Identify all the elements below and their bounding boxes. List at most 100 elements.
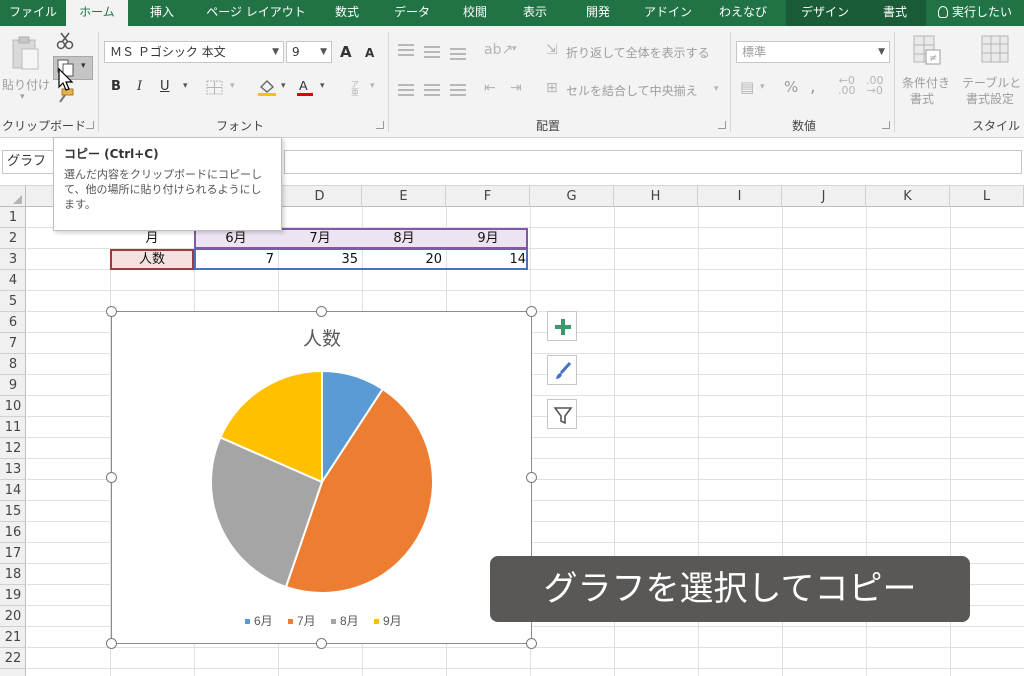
alignment-launcher-icon[interactable] [718, 121, 726, 129]
font-color-icon[interactable]: A [296, 78, 314, 96]
row-header[interactable]: 8 [0, 354, 25, 375]
paste-button[interactable]: 貼り付け ▾ [2, 34, 50, 108]
row-header[interactable]: 4 [0, 270, 25, 291]
merge-center-icon[interactable]: ⊞ [546, 80, 558, 96]
align-middle-icon[interactable] [424, 46, 440, 58]
cut-icon[interactable] [56, 32, 74, 50]
row-header[interactable]: 9 [0, 375, 25, 396]
tab-page-layout[interactable]: ページ レイアウト [200, 0, 312, 26]
resize-handle[interactable] [316, 306, 327, 317]
comma-button[interactable]: , [810, 76, 816, 97]
italic-button[interactable]: I [137, 79, 142, 94]
number-launcher-icon[interactable] [882, 121, 890, 129]
row-header[interactable]: 19 [0, 585, 25, 606]
formula-input[interactable] [284, 150, 1022, 174]
chart-filters-button[interactable] [547, 399, 577, 429]
merge-dropdown-icon[interactable]: ▾ [714, 84, 719, 94]
tab-chart-format[interactable]: 書式 [864, 0, 926, 26]
conditional-formatting-button[interactable]: ≠ 条件付き 書式 [898, 32, 960, 110]
name-box[interactable]: グラフ [2, 150, 54, 174]
row-header[interactable]: 14 [0, 480, 25, 501]
row-header[interactable]: 15 [0, 501, 25, 522]
resize-handle[interactable] [316, 638, 327, 649]
pie-chart[interactable]: 人数 6月 7月 8月 9月 [111, 311, 532, 644]
table-month-cell[interactable]: 8月 [362, 229, 446, 249]
row-header[interactable]: 17 [0, 543, 25, 564]
borders-dropdown-icon[interactable]: ▾ [230, 81, 235, 91]
shrink-font-button[interactable]: A [365, 46, 374, 60]
row-header[interactable]: 18 [0, 564, 25, 585]
tab-developer[interactable]: 開発 [570, 0, 626, 26]
row-header[interactable]: 5 [0, 291, 25, 312]
table-count-cell[interactable]: 7 [194, 250, 278, 270]
tab-addins[interactable]: アドイン [636, 0, 700, 26]
align-top-icon[interactable] [398, 44, 414, 56]
table-month-cell[interactable]: 9月 [446, 229, 530, 249]
row-header[interactable]: 22 [0, 648, 25, 669]
underline-button[interactable]: U [160, 79, 170, 94]
font-name-select[interactable]: ＭＳ Ｐゴシック 本文 ▼ [104, 41, 284, 63]
table-row-label-cell[interactable]: 人数 [110, 250, 194, 270]
tell-me-box[interactable]: 実行したい [938, 0, 1024, 26]
table-count-cell[interactable]: 35 [278, 250, 362, 270]
resize-handle[interactable] [106, 638, 117, 649]
column-header[interactable]: F [446, 186, 530, 207]
row-header[interactable]: 1 [0, 207, 25, 228]
tab-formulas[interactable]: 数式 [324, 0, 370, 26]
orientation-icon[interactable]: ab↗ [484, 42, 513, 58]
column-header[interactable]: E [362, 186, 446, 207]
align-left-icon[interactable] [398, 84, 414, 96]
tab-chart-design[interactable]: デザイン [786, 0, 864, 26]
number-format-select[interactable]: 標準 ▼ [736, 41, 890, 63]
paste-dropdown-icon[interactable]: ▾ [20, 92, 25, 102]
column-header[interactable]: G [530, 186, 614, 207]
currency-icon[interactable]: ▤ [740, 78, 754, 96]
font-size-select[interactable]: 9 ▼ [286, 41, 332, 63]
font-launcher-icon[interactable] [376, 121, 384, 129]
table-month-cell[interactable]: 7月 [278, 229, 362, 249]
align-right-icon[interactable] [450, 84, 466, 96]
select-all-button[interactable] [0, 186, 26, 207]
align-bottom-icon[interactable] [450, 48, 466, 60]
phonetic-icon[interactable]: ア 亜 [348, 78, 364, 96]
row-header[interactable]: 21 [0, 627, 25, 648]
resize-handle[interactable] [526, 306, 537, 317]
resize-handle[interactable] [526, 472, 537, 483]
fill-color-dropdown-icon[interactable]: ▾ [281, 81, 286, 91]
chart-styles-button[interactable] [547, 355, 577, 385]
grow-font-button[interactable]: A [340, 43, 352, 61]
chart-title[interactable]: 人数 [303, 328, 341, 350]
row-header[interactable]: 13 [0, 459, 25, 480]
tab-home[interactable]: ホーム [66, 0, 128, 26]
column-header[interactable]: L [950, 186, 1024, 207]
row-header[interactable]: 11 [0, 417, 25, 438]
clipboard-launcher-icon[interactable] [86, 121, 94, 129]
row-header[interactable]: 6 [0, 312, 25, 333]
row-header[interactable]: 12 [0, 438, 25, 459]
font-color-dropdown-icon[interactable]: ▾ [320, 81, 325, 91]
decrease-indent-icon[interactable]: ⇤ [484, 80, 496, 96]
column-header[interactable]: D [278, 186, 362, 207]
phonetic-dropdown-icon[interactable]: ▾ [370, 81, 375, 91]
format-as-table-button[interactable]: テーブルとし 書式設定 [962, 32, 1024, 110]
merge-center-button[interactable]: セルを結合して中央揃え [566, 82, 698, 99]
underline-dropdown-icon[interactable]: ▾ [183, 81, 188, 91]
column-header[interactable]: I [698, 186, 782, 207]
bold-button[interactable]: B [111, 79, 121, 94]
decrease-decimal-icon[interactable]: .00 →0 [866, 75, 884, 96]
row-header[interactable]: 10 [0, 396, 25, 417]
tab-waenavi[interactable]: わえなび [710, 0, 776, 26]
tab-review[interactable]: 校閲 [452, 0, 498, 26]
column-header[interactable]: H [614, 186, 698, 207]
column-header[interactable]: K [866, 186, 950, 207]
chart-elements-button[interactable] [547, 311, 577, 341]
resize-handle[interactable] [106, 472, 117, 483]
resize-handle[interactable] [106, 306, 117, 317]
increase-indent-icon[interactable]: ⇥ [510, 80, 522, 96]
resize-handle[interactable] [526, 638, 537, 649]
tab-file[interactable]: ファイル [0, 0, 66, 26]
increase-decimal-icon[interactable]: ←0.00 [838, 75, 856, 96]
currency-dropdown-icon[interactable]: ▾ [760, 82, 765, 92]
wrap-text-icon[interactable]: ⇲ [546, 42, 558, 58]
percent-button[interactable]: % [784, 78, 798, 96]
